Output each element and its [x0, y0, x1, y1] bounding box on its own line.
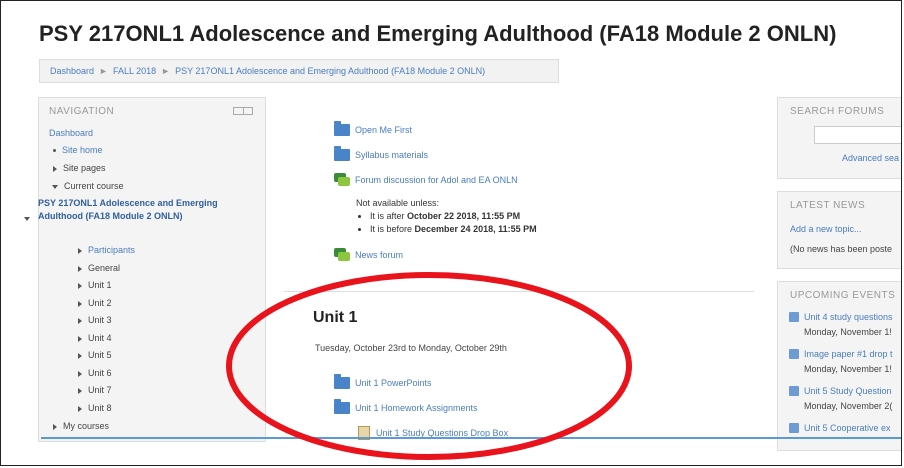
- expanded-arrow-icon: [24, 217, 30, 221]
- collapsed-arrow-icon: [78, 405, 82, 412]
- screenshot-frame: PSY 217ONL1 Adolescence and Emerging Adu…: [0, 0, 902, 466]
- folder-icon: [334, 374, 350, 389]
- assignment-icon: [789, 386, 799, 396]
- nav-general[interactable]: General: [78, 263, 120, 273]
- collapsed-arrow-icon: [78, 300, 82, 307]
- availability-restriction: Not available unless: It is after Octobe…: [356, 197, 537, 236]
- nav-my-courses[interactable]: My courses: [53, 421, 109, 431]
- activity-unit-1-homework[interactable]: Unit 1 Homework Assignments: [334, 399, 478, 414]
- breadcrumb-separator: ►: [99, 66, 108, 76]
- section-dates: Tuesday, October 23rd to Monday, October…: [315, 343, 507, 353]
- search-forums-input[interactable]: [814, 126, 901, 144]
- folder-icon: [334, 399, 350, 414]
- nav-participants[interactable]: Participants: [78, 245, 135, 255]
- breadcrumb-course[interactable]: PSY 217ONL1 Adolescence and Emerging Adu…: [175, 66, 485, 76]
- assignment-icon: [789, 312, 799, 322]
- upcoming-events-block: UPCOMING EVENTS Unit 4 study questions M…: [777, 281, 901, 451]
- event-date: Monday, November 1!: [804, 364, 892, 374]
- expanded-arrow-icon: [52, 184, 58, 189]
- restriction-before: It is before December 24 2018, 11:55 PM: [370, 223, 537, 236]
- nav-unit-6[interactable]: Unit 6: [78, 368, 112, 378]
- breadcrumb-dashboard[interactable]: Dashboard: [50, 66, 94, 76]
- collapsed-arrow-icon: [78, 335, 82, 342]
- nav-site-home[interactable]: Site home: [53, 145, 103, 155]
- page-bottom-border: [41, 437, 901, 439]
- nav-current-course[interactable]: Current course: [52, 181, 124, 191]
- page-title: PSY 217ONL1 Adolescence and Emerging Adu…: [39, 21, 837, 46]
- breadcrumb: Dashboard ► FALL 2018 ► PSY 217ONL1 Adolesce…: [39, 59, 559, 83]
- section-divider: [284, 291, 754, 292]
- nav-unit-8[interactable]: Unit 8: [78, 403, 112, 413]
- collapsed-arrow-icon: [78, 352, 82, 359]
- forum-icon: [334, 248, 350, 261]
- event-link[interactable]: Image paper #1 drop t: [804, 349, 893, 359]
- restriction-after: It is after October 22 2018, 11:55 PM: [370, 210, 537, 223]
- collapsed-arrow-icon: [53, 165, 57, 172]
- latest-news-title: LATEST NEWS: [790, 200, 866, 211]
- assignment-icon: [789, 423, 799, 433]
- activity-forum-discussion[interactable]: Forum discussion for Adol and EA ONLN: [334, 173, 518, 186]
- breadcrumb-fall-2018[interactable]: FALL 2018: [113, 66, 156, 76]
- section-title: Unit 1: [313, 309, 358, 326]
- nav-unit-4[interactable]: Unit 4: [78, 333, 112, 343]
- latest-news-block: LATEST NEWS Add a new topic... (No news …: [777, 191, 901, 269]
- event-link[interactable]: Unit 5 Study Question: [804, 386, 892, 396]
- dock-block-icon[interactable]: [233, 107, 253, 115]
- forum-icon: [334, 173, 350, 186]
- restriction-heading: Not available unless:: [356, 198, 440, 208]
- nav-unit-2[interactable]: Unit 2: [78, 298, 112, 308]
- breadcrumb-separator: ►: [161, 66, 171, 76]
- search-forums-block: SEARCH FORUMS Advanced sea: [777, 97, 901, 179]
- bullet-icon: [53, 149, 56, 153]
- event-link[interactable]: Unit 4 study questions: [804, 312, 893, 322]
- activity-news-forum[interactable]: News forum: [334, 248, 403, 261]
- assignment-icon: [789, 349, 799, 359]
- nav-course-link[interactable]: PSY 217ONL1 Adolescence and Emerging Adu…: [24, 197, 223, 223]
- collapsed-arrow-icon: [53, 423, 57, 430]
- advanced-search-link[interactable]: Advanced sea: [842, 153, 899, 163]
- search-forums-title: SEARCH FORUMS: [790, 106, 885, 117]
- add-topic-link[interactable]: Add a new topic...: [790, 224, 862, 234]
- collapsed-arrow-icon: [78, 370, 82, 377]
- activity-syllabus-materials[interactable]: Syllabus materials: [334, 146, 428, 161]
- event-date: Monday, November 1!: [804, 327, 892, 337]
- nav-dashboard[interactable]: Dashboard: [49, 128, 93, 138]
- collapsed-arrow-icon: [78, 282, 82, 289]
- collapsed-arrow-icon: [78, 247, 82, 254]
- upcoming-events-title: UPCOMING EVENTS: [790, 290, 896, 301]
- activity-open-me-first[interactable]: Open Me First: [334, 121, 412, 136]
- activity-unit-1-powerpoints[interactable]: Unit 1 PowerPoints: [334, 374, 432, 389]
- event-link[interactable]: Unit 5 Cooperative ex: [804, 423, 891, 433]
- collapsed-arrow-icon: [78, 317, 82, 324]
- nav-unit-3[interactable]: Unit 3: [78, 315, 112, 325]
- folder-icon: [334, 146, 350, 161]
- nav-unit-5[interactable]: Unit 5: [78, 350, 112, 360]
- navigation-header: NAVIGATION: [49, 106, 115, 117]
- event-date: Monday, November 2(: [804, 401, 893, 411]
- collapsed-arrow-icon: [78, 265, 82, 272]
- nav-unit-7[interactable]: Unit 7: [78, 385, 112, 395]
- nav-unit-1[interactable]: Unit 1: [78, 280, 112, 290]
- collapsed-arrow-icon: [78, 387, 82, 394]
- folder-icon: [334, 121, 350, 136]
- no-news-text: (No news has been poste: [790, 244, 893, 254]
- nav-site-pages[interactable]: Site pages: [53, 163, 106, 173]
